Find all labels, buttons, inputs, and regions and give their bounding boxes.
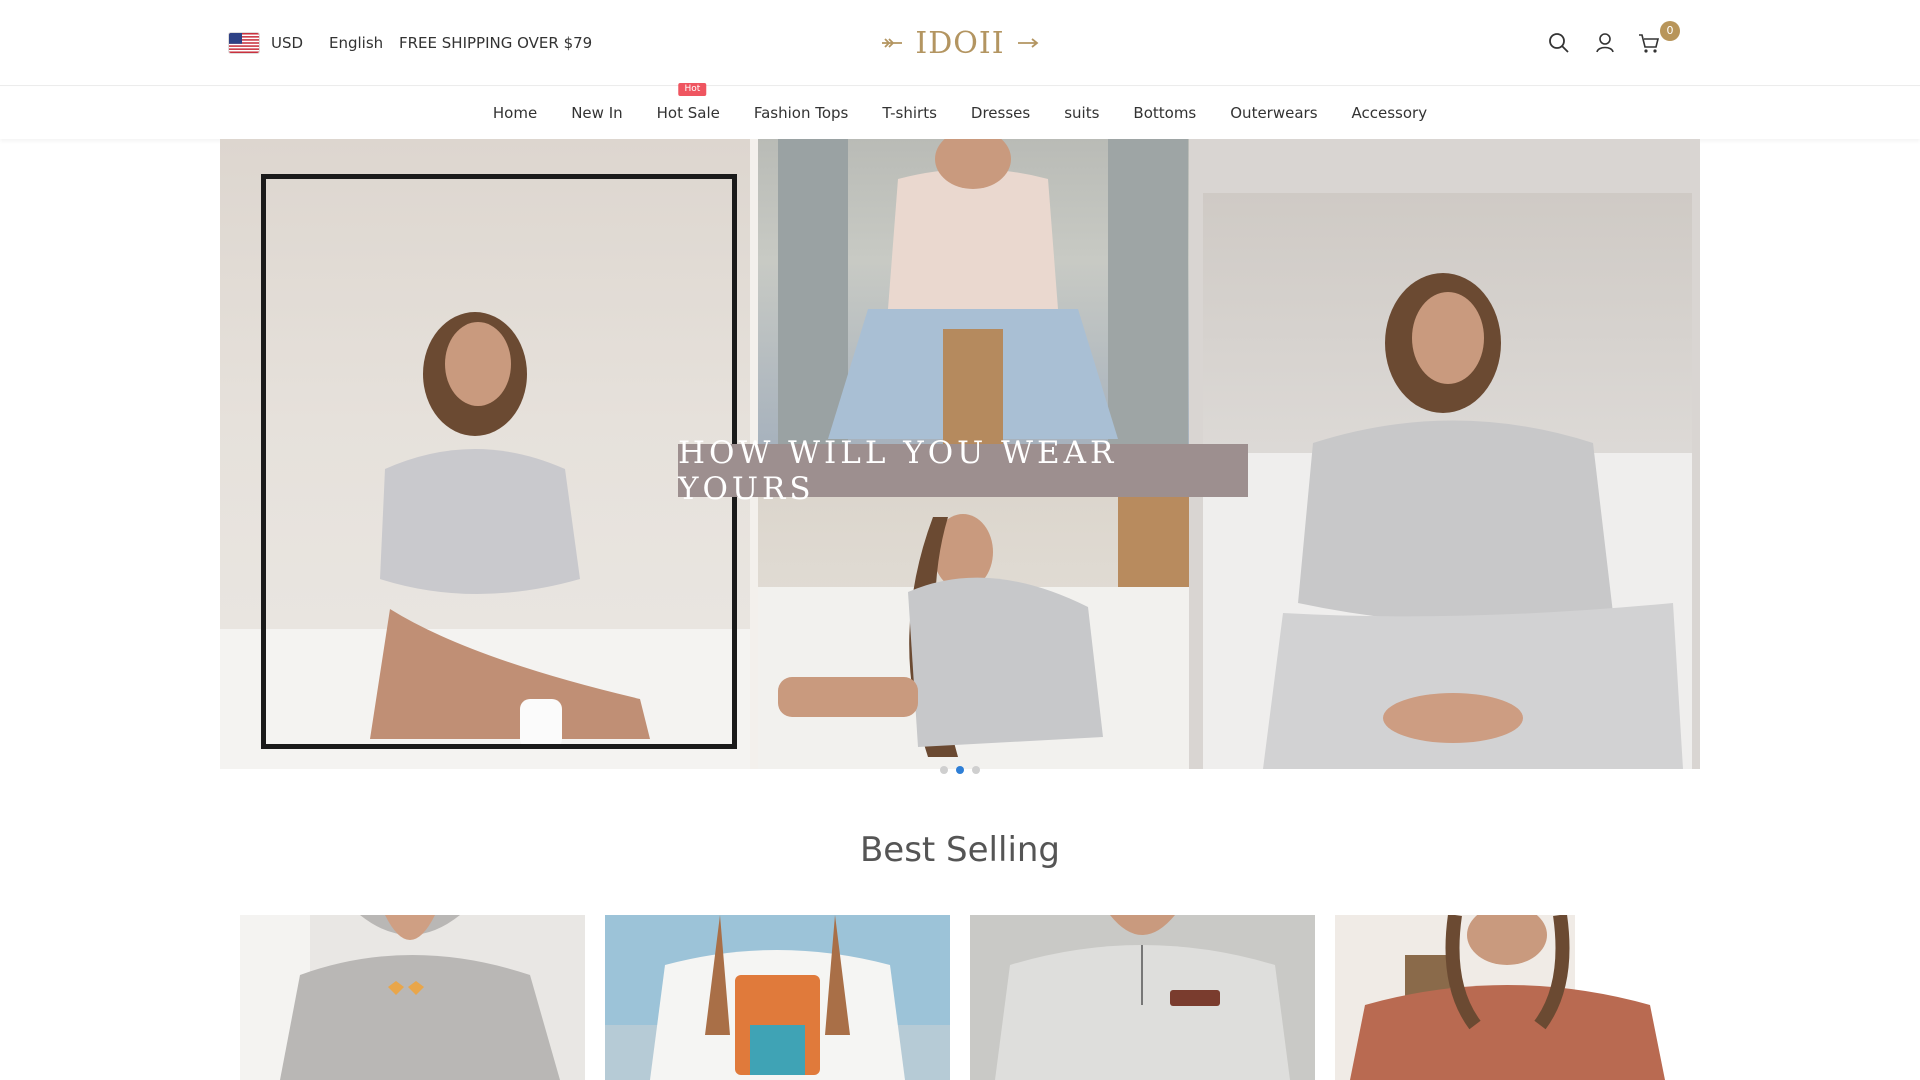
- cart-icon[interactable]: [1636, 30, 1662, 56]
- hero-banner[interactable]: HOW WILL YOU WEAR YOURS: [678, 435, 1248, 507]
- carousel-dots: [940, 766, 980, 774]
- nav-label: Outerwears: [1230, 104, 1318, 122]
- nav-label: Dresses: [970, 104, 1031, 122]
- search-icon[interactable]: [1546, 30, 1572, 56]
- product-card-4[interactable]: [1335, 915, 1680, 1080]
- hero-image-right: [1189, 139, 1700, 769]
- nav-label: Accessory: [1351, 104, 1428, 122]
- nav-label: suits: [1064, 104, 1100, 122]
- product-card-2[interactable]: [605, 915, 950, 1080]
- shipping-notice: FREE SHIPPING OVER $79: [399, 34, 593, 52]
- hero-image-left: [220, 139, 750, 769]
- hero-banner-text: HOW WILL YOU WEAR YOURS: [678, 434, 1118, 507]
- decorative-frame: [261, 174, 737, 749]
- nav-item-new-in[interactable]: New In: [554, 104, 639, 122]
- nav-item-fashion-tops[interactable]: Fashion Tops: [737, 104, 866, 122]
- hot-badge: Hot: [678, 83, 707, 96]
- hero-image-bottom: [758, 497, 1189, 769]
- site-logo[interactable]: IDOII: [880, 22, 1040, 64]
- product-card-1[interactable]: [240, 915, 585, 1080]
- product-grid: [240, 915, 1680, 1080]
- nav-label: New In: [571, 104, 623, 122]
- hero-carousel[interactable]: HOW WILL YOU WEAR YOURS: [220, 139, 1700, 769]
- logo-text: IDOII: [915, 25, 1005, 61]
- nav-item-home[interactable]: Home: [476, 104, 554, 122]
- nav-item-t-shirts[interactable]: T-shirts: [865, 104, 954, 122]
- carousel-dot-1[interactable]: [940, 766, 948, 774]
- language-selector[interactable]: English: [329, 34, 383, 52]
- main-navigation: Home New In Hot Hot Sale Fashion Tops T-…: [0, 83, 1920, 139]
- nav-item-bottoms[interactable]: Bottoms: [1116, 104, 1213, 122]
- cart-count-badge: 0: [1660, 21, 1680, 41]
- account-icon[interactable]: [1592, 30, 1618, 56]
- nav-label: T-shirts: [882, 104, 937, 122]
- top-header: USD English FREE SHIPPING OVER $79 IDOII…: [0, 0, 1920, 86]
- arrow-tail-icon: [882, 38, 903, 48]
- nav-item-suits[interactable]: suits: [1047, 104, 1116, 122]
- hero-image-right-inner: [1203, 193, 1692, 769]
- nav-label: Fashion Tops: [753, 104, 849, 122]
- product-card-3[interactable]: [970, 915, 1315, 1080]
- nav-item-hot-sale[interactable]: Hot Hot Sale: [640, 83, 737, 122]
- arrow-head-icon: [1017, 38, 1039, 48]
- us-flag-icon[interactable]: [229, 33, 259, 53]
- nav-label: Home: [492, 104, 538, 122]
- nav-item-outerwears[interactable]: Outerwears: [1213, 104, 1334, 122]
- nav-label: Hot Sale: [656, 104, 720, 122]
- carousel-dot-2[interactable]: [956, 766, 964, 774]
- carousel-dot-3[interactable]: [972, 766, 980, 774]
- hero-image-top: [758, 139, 1189, 444]
- nav-item-accessory[interactable]: Accessory: [1335, 104, 1445, 122]
- currency-selector[interactable]: USD: [271, 34, 303, 52]
- section-title-best-selling: Best Selling: [859, 830, 1061, 870]
- nav-item-dresses[interactable]: Dresses: [954, 104, 1047, 122]
- nav-label: Bottoms: [1133, 104, 1197, 122]
